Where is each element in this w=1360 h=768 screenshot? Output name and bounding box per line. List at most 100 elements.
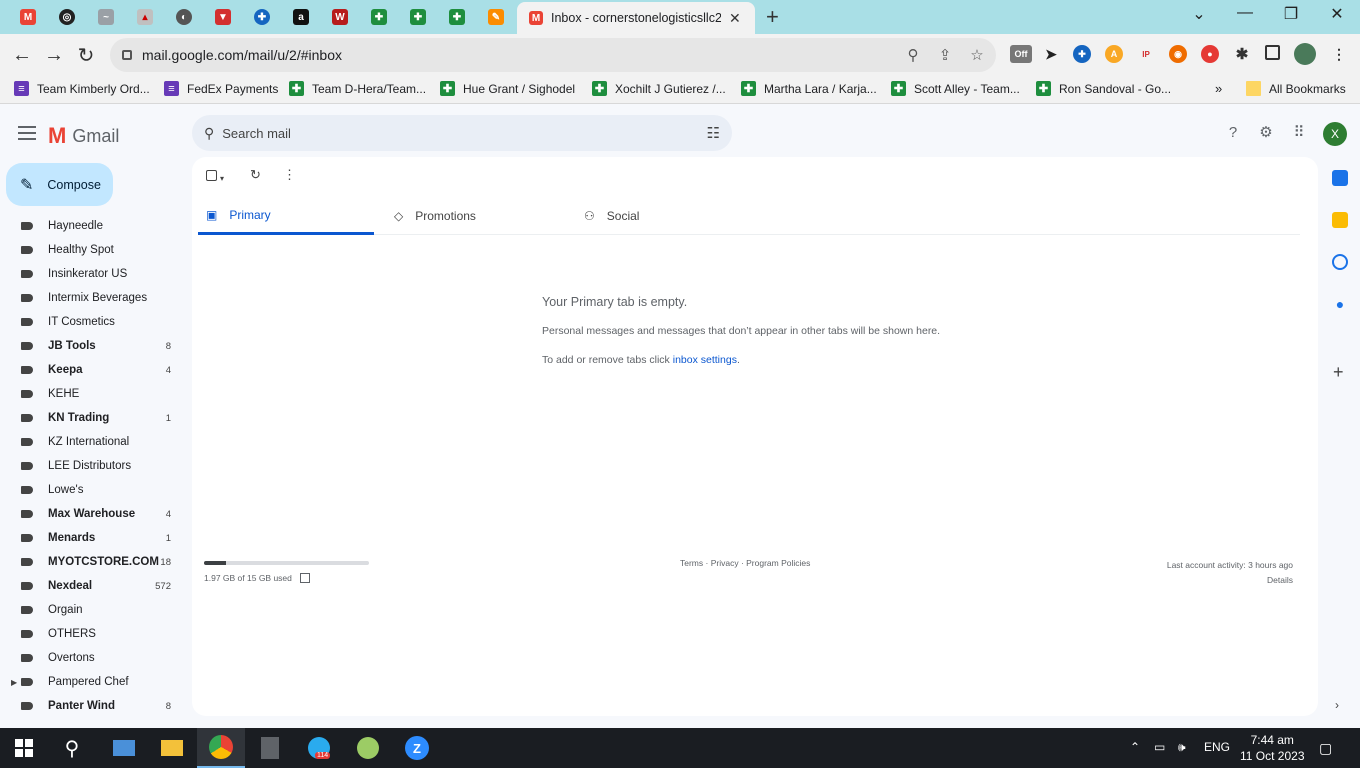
calculator-icon[interactable] [246,728,294,768]
bookmark-item[interactable]: ✚ Scott Alley - Team... [891,81,1020,96]
label-item[interactable]: Panter Wind 8 [0,694,190,718]
label-item[interactable]: LEE Distributors [0,454,190,478]
bookmark-item[interactable]: ✚ Xochilt J Gutierez /... [592,81,726,96]
pinned-tab-9[interactable]: W [327,5,353,29]
label-item[interactable]: Lowe's [0,478,190,502]
open-external-icon[interactable] [299,573,310,583]
start-button[interactable] [0,728,48,768]
close-window-button[interactable]: ✕ [1327,4,1347,24]
taskbar-app-icon[interactable] [100,728,148,768]
search-options-icon[interactable]: ☷ [707,124,720,142]
tab-primary[interactable]: ▣ Primary [198,197,374,235]
gmail-logo[interactable]: M Gmail [48,123,119,149]
system-clock[interactable]: 7:44 am 11 Oct 2023 [1240,732,1305,764]
telegram-icon[interactable]: 114 [295,728,343,768]
active-browser-tab[interactable]: M Inbox - cornerstonelogisticsllc2023@gm… [517,2,755,34]
pinned-tab-6[interactable]: ▼ [210,5,236,29]
label-item[interactable]: MYOTCSTORE.COM 18 [0,550,190,574]
label-item[interactable]: KZ International [0,430,190,454]
label-item[interactable]: OTHERS [0,622,190,646]
expand-caret-icon[interactable]: ▶ [11,678,17,687]
label-item[interactable]: IT Cosmetics [0,310,190,334]
tasks-icon[interactable] [1332,254,1348,270]
chrome-taskbar-icon[interactable] [197,728,245,768]
label-item[interactable]: JB Tools 8 [0,334,190,358]
contacts-icon[interactable]: ● [1332,296,1348,312]
close-icon[interactable]: ✕ [729,10,741,27]
label-item[interactable]: Intermix Beverages [0,286,190,310]
add-addon-icon[interactable]: + [1333,362,1344,383]
more-bookmarks-icon[interactable]: » [1215,81,1222,96]
extension-off-icon[interactable]: Off [1010,45,1032,63]
privacy-link[interactable]: Privacy [711,558,739,568]
volume-icon[interactable]: 🕪 [1178,740,1186,755]
label-item[interactable]: KN Trading 1 [0,406,190,430]
settings-gear-icon[interactable]: ⚙ [1257,124,1275,142]
label-item[interactable]: Orgain [0,598,190,622]
main-menu-icon[interactable] [18,126,36,140]
forward-button[interactable]: → [41,42,67,68]
label-item[interactable]: Insinkerator US [0,262,190,286]
label-item[interactable]: Menards 1 [0,526,190,550]
bookmark-item[interactable]: ✚ Ron Sandoval - Go... [1036,81,1171,96]
pinned-tab-gmail[interactable]: M [15,5,41,29]
pinned-tab-amazon[interactable]: a [288,5,314,29]
calendar-icon[interactable] [1332,170,1348,186]
file-explorer-icon[interactable] [148,728,196,768]
pinned-tab-13[interactable]: ✎ [483,5,509,29]
taskbar-search-icon[interactable]: ⚲ [48,728,96,768]
tab-social[interactable]: ⚇ Social [584,197,760,235]
all-bookmarks-folder[interactable]: All Bookmarks [1246,81,1346,96]
pinned-tab-sheets-2[interactable]: ✚ [405,5,431,29]
firefox-extension-icon[interactable]: ◉ [1169,45,1187,63]
profile-avatar[interactable] [1294,43,1316,65]
bookmark-item[interactable]: ✚ Team D-Hera/Team... [289,81,426,96]
label-item[interactable]: Hayneedle [0,214,190,238]
keep-icon[interactable] [1332,212,1348,228]
select-dropdown-icon[interactable]: ▾ [220,174,224,183]
address-bar[interactable]: mail.google.com/mail/u/2/#inbox ⚲ ⇪ ☆ [110,38,996,72]
program-policies-link[interactable]: Program Policies [746,558,810,568]
language-indicator[interactable]: ENG [1204,740,1230,754]
tab-promotions[interactable]: ◇ Promotions [394,197,570,235]
show-hidden-icons-chevron-icon[interactable]: ⌃ [1130,740,1140,754]
bookmark-item[interactable]: ≡ FedEx Payments [164,81,278,96]
account-avatar[interactable]: X [1323,122,1347,146]
browser-menu-icon[interactable]: ⋮ [1330,45,1348,63]
label-item[interactable]: Nexdeal 572 [0,574,190,598]
reload-button[interactable]: ↻ [73,42,99,68]
label-item[interactable]: Max Warehouse 4 [0,502,190,526]
pokeball-extension-icon[interactable]: ● [1201,45,1219,63]
new-tab-button[interactable]: + [766,4,779,30]
hide-side-panel-chevron-icon[interactable]: › [1335,698,1339,712]
pinned-tab-7[interactable]: ✚ [249,5,275,29]
network-icon[interactable]: ▭ [1154,740,1165,754]
paint-icon[interactable] [344,728,392,768]
refresh-icon[interactable]: ↻ [250,167,261,183]
bookmark-star-icon[interactable]: ☆ [968,46,986,64]
pinned-tab-sheets-1[interactable]: ✚ [366,5,392,29]
label-item[interactable]: Healthy Spot [0,238,190,262]
keepa-extension-icon[interactable]: ✚ [1073,45,1091,63]
zoom-app-icon[interactable]: Z [393,728,441,768]
search-input[interactable] [222,125,673,141]
notifications-icon[interactable]: ▢ [1319,740,1332,757]
minimize-button[interactable]: — [1235,4,1255,22]
label-item[interactable]: ▶ Pampered Chef [0,670,190,694]
restore-button[interactable]: ❐ [1281,4,1301,24]
bookmark-item[interactable]: ✚ Hue Grant / Sighodel [440,81,575,96]
pinned-tab-5[interactable]: ◐ [171,5,197,29]
compose-button[interactable]: ✎ Compose [6,163,113,206]
pinned-tab-4[interactable]: ▴ [132,5,158,29]
pinned-tab-sheets-3[interactable]: ✚ [444,5,470,29]
back-button[interactable]: ← [9,42,35,68]
google-apps-icon[interactable]: ⠿ [1290,124,1308,142]
tab-search-chevron-down-icon[interactable]: ⌄ [1189,4,1209,24]
side-panel-icon[interactable] [1265,45,1280,60]
support-icon[interactable]: ? [1224,124,1242,142]
puzzle-extensions-icon[interactable]: ✱ [1233,45,1251,63]
label-item[interactable]: KEHE [0,382,190,406]
label-item[interactable]: Keepa 4 [0,358,190,382]
zoom-icon[interactable]: ⚲ [904,46,922,64]
cursor-extension-icon[interactable]: ➤ [1042,45,1060,63]
